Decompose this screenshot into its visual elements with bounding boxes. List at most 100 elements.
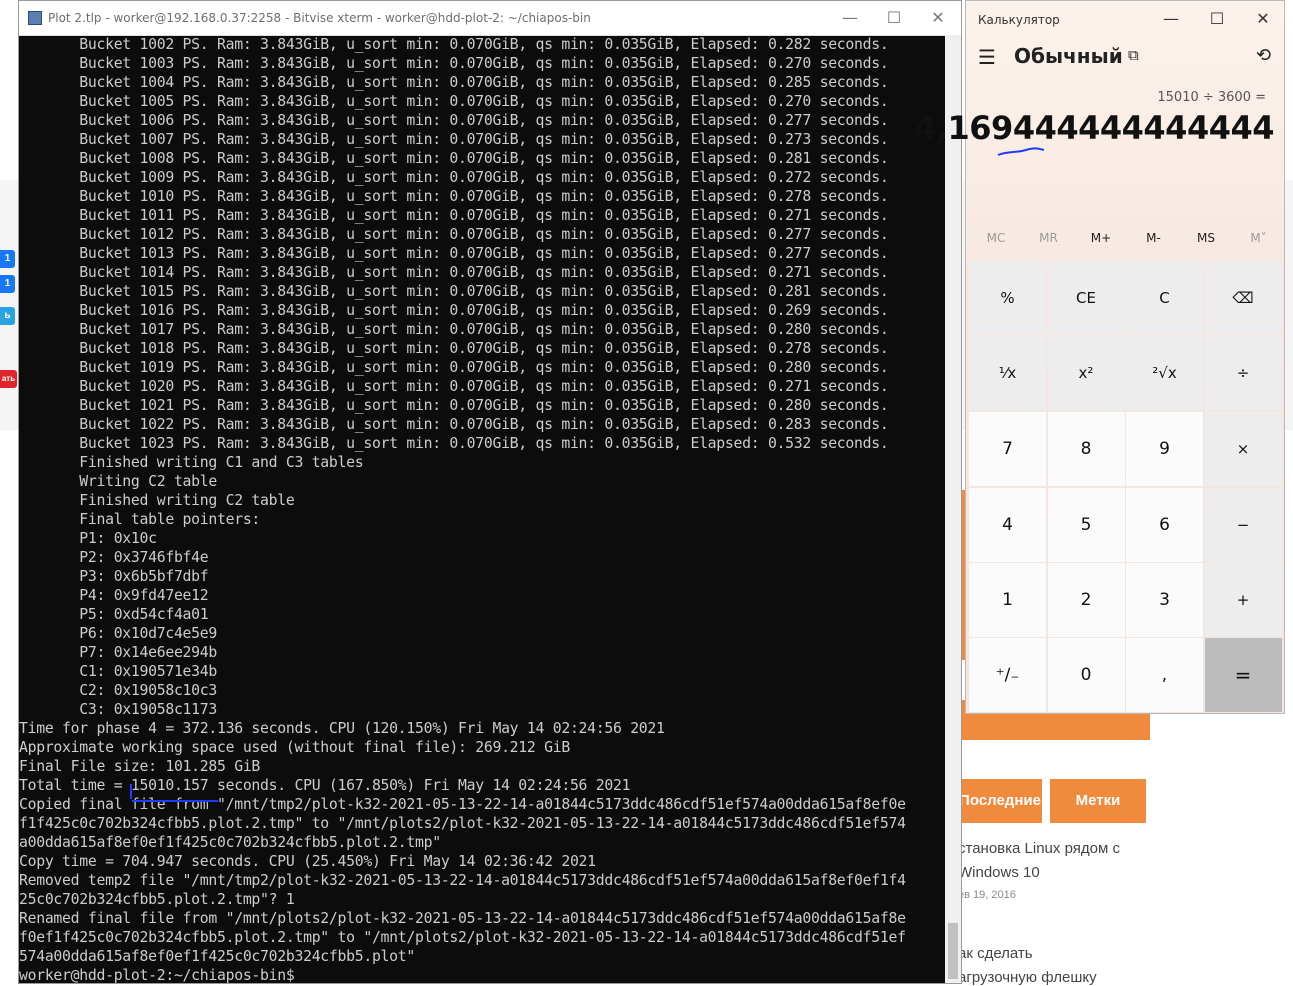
terminal-line: C3: 0x19058c1173 bbox=[19, 701, 217, 718]
terminal-titlebar[interactable]: Plot 2.tlp - worker@192.168.0.37:2258 - … bbox=[19, 1, 961, 36]
terminal-line: Bucket 1006 PS. Ram: 3.843GiB, u_sort mi… bbox=[19, 112, 889, 129]
terminal-line: Bucket 1022 PS. Ram: 3.843GiB, u_sort mi… bbox=[19, 416, 889, 433]
tab-latest[interactable]: Последние bbox=[958, 779, 1042, 823]
digit-2-button[interactable]: 2 bbox=[1047, 563, 1125, 637]
terminal-line: Total time = 15010.157 seconds. CPU (167… bbox=[19, 777, 631, 794]
terminal-line: Bucket 1002 PS. Ram: 3.843GiB, u_sort mi… bbox=[19, 36, 889, 53]
memory-clear-button[interactable]: MC bbox=[970, 231, 1022, 245]
terminal-line: Copied final file from "/mnt/tmp2/plot-k… bbox=[19, 796, 906, 813]
calc-close-button[interactable]: ✕ bbox=[1240, 1, 1286, 37]
digit-9-button[interactable]: 9 bbox=[1126, 412, 1203, 486]
calculator-mode: Обычный bbox=[1014, 44, 1123, 68]
share-button-1[interactable]: 1 bbox=[0, 250, 15, 268]
terminal-line: f0ef1f425c0c702b324cfbb5.plot.2.tmp" to … bbox=[19, 929, 906, 946]
terminal-line: Finished writing C2 table bbox=[19, 492, 295, 509]
terminal-title: Plot 2.tlp - worker@192.168.0.37:2258 - … bbox=[48, 11, 591, 25]
ink-mark-bracket bbox=[130, 784, 132, 799]
clear-button[interactable]: C bbox=[1126, 261, 1203, 335]
keep-on-top-icon[interactable]: ⧉ bbox=[1128, 46, 1139, 64]
article-link2-line2[interactable]: агрузочную флешку bbox=[958, 969, 1097, 986]
ink-underline-mark bbox=[997, 147, 1045, 156]
terminal-line: Bucket 1005 PS. Ram: 3.843GiB, u_sort mi… bbox=[19, 93, 889, 110]
terminal-line: Bucket 1018 PS. Ram: 3.843GiB, u_sort mi… bbox=[19, 340, 889, 357]
terminal-line: Time for phase 4 = 372.136 seconds. CPU … bbox=[19, 720, 665, 737]
divide-button[interactable]: ÷ bbox=[1204, 336, 1282, 410]
minimize-button[interactable]: — bbox=[827, 1, 873, 35]
multiply-button[interactable]: × bbox=[1204, 412, 1282, 486]
backspace-button[interactable]: ⌫ bbox=[1204, 261, 1282, 335]
terminal-line: f1f425c0c702b324cfbb5.plot.2.tmp" to "/m… bbox=[19, 815, 906, 832]
terminal-app-icon bbox=[28, 11, 42, 25]
terminal-line: C1: 0x190571e34b bbox=[19, 663, 217, 680]
ink-mark-underline bbox=[132, 800, 218, 802]
terminal-line: Bucket 1015 PS. Ram: 3.843GiB, u_sort mi… bbox=[19, 283, 889, 300]
maximize-button[interactable]: ☐ bbox=[871, 1, 917, 35]
calc-maximize-button[interactable]: ☐ bbox=[1194, 1, 1240, 37]
terminal-line: Bucket 1013 PS. Ram: 3.843GiB, u_sort mi… bbox=[19, 245, 889, 262]
negate-button[interactable]: ⁺∕₋ bbox=[969, 638, 1046, 712]
terminal-line: Bucket 1019 PS. Ram: 3.843GiB, u_sort mi… bbox=[19, 359, 889, 376]
article-link-line1[interactable]: становка Linux рядом с bbox=[958, 840, 1120, 857]
terminal-line: Bucket 1011 PS. Ram: 3.843GiB, u_sort mi… bbox=[19, 207, 889, 224]
terminal-line: Bucket 1012 PS. Ram: 3.843GiB, u_sort mi… bbox=[19, 226, 889, 243]
terminal-window[interactable]: Plot 2.tlp - worker@192.168.0.37:2258 - … bbox=[18, 0, 962, 984]
terminal-line: Writing C2 table bbox=[19, 473, 217, 490]
memory-list-button[interactable]: M˅ bbox=[1233, 231, 1285, 245]
calculator-expression: 15010 ÷ 3600 = bbox=[1157, 90, 1266, 105]
tab-tags[interactable]: Метки bbox=[1050, 779, 1146, 823]
sqrt-button[interactable]: ²√x bbox=[1126, 336, 1203, 410]
share-button-4[interactable]: ать bbox=[0, 370, 17, 388]
plus-button[interactable]: + bbox=[1204, 563, 1282, 637]
reciprocal-button[interactable]: ¹⁄x bbox=[969, 336, 1046, 410]
digit-1-button[interactable]: 1 bbox=[969, 563, 1046, 637]
digit-6-button[interactable]: 6 bbox=[1126, 488, 1203, 562]
digit-3-button[interactable]: 3 bbox=[1126, 563, 1203, 637]
close-button[interactable]: ✕ bbox=[915, 1, 961, 35]
terminal-line: Approximate working space used (without … bbox=[19, 739, 570, 756]
terminal-line: Bucket 1021 PS. Ram: 3.843GiB, u_sort mi… bbox=[19, 397, 889, 414]
digit-8-button[interactable]: 8 bbox=[1047, 412, 1125, 486]
history-icon[interactable]: ⟲ bbox=[1256, 45, 1271, 66]
minus-button[interactable]: − bbox=[1204, 488, 1282, 562]
terminal-line: Final table pointers: bbox=[19, 511, 261, 528]
calc-minimize-button[interactable]: — bbox=[1148, 1, 1194, 37]
terminal-line: P7: 0x14e6ee294b bbox=[19, 644, 217, 661]
calculator-display: 4,169444444444444 bbox=[914, 109, 1274, 147]
terminal-line: Bucket 1007 PS. Ram: 3.843GiB, u_sort mi… bbox=[19, 131, 889, 148]
memory-store-button[interactable]: MS bbox=[1180, 231, 1232, 245]
terminal-line: Bucket 1003 PS. Ram: 3.843GiB, u_sort mi… bbox=[19, 55, 889, 72]
hamburger-menu-icon[interactable]: ☰ bbox=[978, 45, 996, 69]
clear-entry-button[interactable]: CE bbox=[1047, 261, 1125, 335]
article-link-line2[interactable]: Windows 10 bbox=[958, 864, 1040, 881]
calculator-window[interactable]: Калькулятор — ☐ ✕ ☰ Обычный ⧉ ⟲ 15010 ÷ … bbox=[914, 0, 1286, 714]
terminal-scrollbar[interactable] bbox=[945, 35, 961, 983]
digit-7-button[interactable]: 7 bbox=[969, 412, 1046, 486]
terminal-line: Bucket 1004 PS. Ram: 3.843GiB, u_sort mi… bbox=[19, 74, 889, 91]
square-button[interactable]: x² bbox=[1047, 336, 1125, 410]
terminal-output[interactable]: Bucket 1002 PS. Ram: 3.843GiB, u_sort mi… bbox=[19, 35, 945, 983]
article-link2-line1[interactable]: ак сделать bbox=[958, 945, 1033, 962]
equals-button[interactable]: = bbox=[1204, 638, 1282, 712]
terminal-line: a00dda615af8ef0ef1f425c0c702b324cfbb5.pl… bbox=[19, 834, 441, 851]
share-button-3[interactable]: ь bbox=[0, 307, 15, 325]
scrollbar-thumb[interactable] bbox=[948, 923, 958, 979]
share-button-2[interactable]: 1 bbox=[0, 275, 15, 293]
terminal-line: Bucket 1023 PS. Ram: 3.843GiB, u_sort mi… bbox=[19, 435, 889, 452]
digit-4-button[interactable]: 4 bbox=[969, 488, 1046, 562]
decimal-button[interactable]: , bbox=[1126, 638, 1203, 712]
memory-recall-button[interactable]: MR bbox=[1023, 231, 1075, 245]
terminal-line: P2: 0x3746fbf4e bbox=[19, 549, 209, 566]
terminal-line: Bucket 1017 PS. Ram: 3.843GiB, u_sort mi… bbox=[19, 321, 889, 338]
memory-subtract-button[interactable]: M- bbox=[1128, 231, 1180, 245]
memory-add-button[interactable]: M+ bbox=[1075, 231, 1127, 245]
percent-button[interactable]: % bbox=[969, 261, 1046, 335]
digit-0-button[interactable]: 0 bbox=[1047, 638, 1125, 712]
terminal-line: Bucket 1014 PS. Ram: 3.843GiB, u_sort mi… bbox=[19, 264, 889, 281]
terminal-line: P5: 0xd54cf4a01 bbox=[19, 606, 209, 623]
terminal-line: Bucket 1020 PS. Ram: 3.843GiB, u_sort mi… bbox=[19, 378, 889, 395]
terminal-line: Bucket 1016 PS. Ram: 3.843GiB, u_sort mi… bbox=[19, 302, 889, 319]
terminal-line: worker@hdd-plot-2:~/chiapos-bin$ bbox=[19, 967, 295, 983]
terminal-line: P1: 0x10c bbox=[19, 530, 157, 547]
digit-5-button[interactable]: 5 bbox=[1047, 488, 1125, 562]
terminal-line: Copy time = 704.947 seconds. CPU (25.450… bbox=[19, 853, 596, 870]
